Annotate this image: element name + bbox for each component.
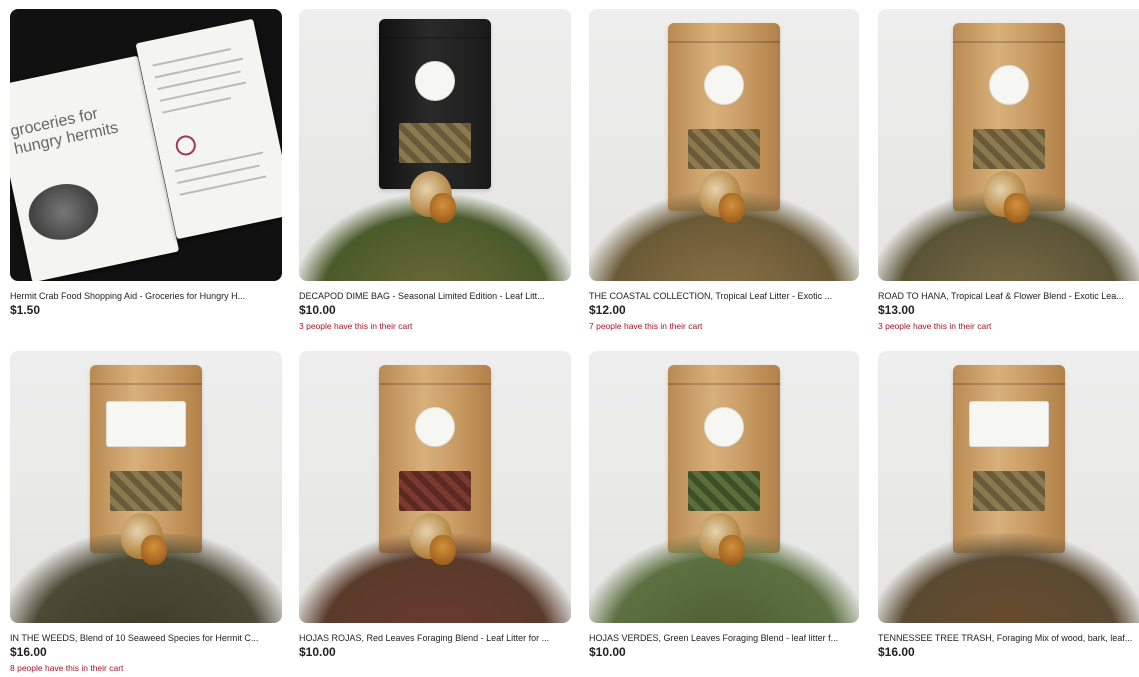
listing-title[interactable]: TENNESSEE TREE TRASH, Foraging Mix of wo… <box>878 632 1139 644</box>
bag-label <box>988 65 1029 105</box>
product-bag <box>952 365 1065 553</box>
listing-title[interactable]: HOJAS ROJAS, Red Leaves Foraging Blend -… <box>299 632 571 644</box>
hermit-crab <box>429 535 456 565</box>
cart-count-note: 3 people have this in their cart <box>878 321 992 331</box>
product-grid: groceries for hungry hermits Hermit Crab… <box>0 0 1139 677</box>
listing-price: $10.00 <box>299 645 336 659</box>
bag-label <box>704 407 744 447</box>
cart-count-note: 7 people have this in their cart <box>589 321 703 331</box>
listing-card[interactable]: HOJAS VERDES, Green Leaves Foraging Blen… <box>589 351 859 659</box>
bag-window <box>688 129 760 169</box>
listing-card[interactable]: DECAPOD DIME BAG - Seasonal Limited Edit… <box>299 9 571 332</box>
bag-label <box>415 61 455 101</box>
listing-image[interactable] <box>589 351 859 623</box>
bag-window <box>972 129 1045 169</box>
brand-logo <box>173 133 198 158</box>
hermit-crab <box>718 535 745 565</box>
listing-image[interactable] <box>10 351 282 623</box>
listing-image[interactable] <box>589 9 859 281</box>
listing-image[interactable] <box>878 9 1139 281</box>
bag-label <box>415 407 455 447</box>
product-bag <box>379 19 491 189</box>
listing-image[interactable] <box>299 351 571 623</box>
bag-window <box>688 471 760 511</box>
listing-card[interactable]: ROAD TO HANA, Tropical Leaf & Flower Ble… <box>878 9 1139 332</box>
listing-image[interactable]: groceries for hungry hermits <box>10 9 282 281</box>
hermit-crab <box>140 535 167 565</box>
listing-card[interactable]: IN THE WEEDS, Blend of 10 Seaweed Specie… <box>10 351 282 674</box>
listing-price: $1.50 <box>10 303 41 317</box>
listing-title[interactable]: IN THE WEEDS, Blend of 10 Seaweed Specie… <box>10 632 282 644</box>
listing-title[interactable]: THE COASTAL COLLECTION, Tropical Leaf Li… <box>589 290 859 302</box>
listing-price: $10.00 <box>589 645 626 659</box>
cart-count-note: 8 people have this in their cart <box>10 663 124 673</box>
hermit-crab <box>429 193 456 223</box>
listing-title[interactable]: ROAD TO HANA, Tropical Leaf & Flower Ble… <box>878 290 1139 302</box>
listing-card[interactable]: groceries for hungry hermits Hermit Crab… <box>10 9 282 317</box>
listing-title[interactable]: Hermit Crab Food Shopping Aid - Grocerie… <box>10 290 282 302</box>
bag-label <box>704 65 744 105</box>
hermit-crab <box>1003 193 1030 223</box>
listing-title[interactable]: HOJAS VERDES, Green Leaves Foraging Blen… <box>589 632 859 644</box>
hermit-crab <box>718 193 745 223</box>
bag-window <box>399 471 471 511</box>
crab-illustration <box>23 177 104 247</box>
listing-price: $16.00 <box>878 645 915 659</box>
listing-card[interactable]: TENNESSEE TREE TRASH, Foraging Mix of wo… <box>878 351 1139 659</box>
listing-title[interactable]: DECAPOD DIME BAG - Seasonal Limited Edit… <box>299 290 571 302</box>
listing-card[interactable]: HOJAS ROJAS, Red Leaves Foraging Blend -… <box>299 351 571 659</box>
bag-window <box>399 123 471 163</box>
bag-window <box>110 471 182 511</box>
listing-card[interactable]: THE COASTAL COLLECTION, Tropical Leaf Li… <box>589 9 859 332</box>
pamphlet-line <box>162 97 232 114</box>
listing-price: $13.00 <box>878 303 915 317</box>
listing-price: $12.00 <box>589 303 626 317</box>
bag-label <box>968 401 1049 447</box>
bag-label <box>106 401 186 447</box>
leaf-pile <box>878 533 1139 623</box>
listing-price: $16.00 <box>10 645 47 659</box>
listing-image[interactable] <box>878 351 1139 623</box>
bag-window <box>972 471 1045 511</box>
listing-price: $10.00 <box>299 303 336 317</box>
listing-image[interactable] <box>299 9 571 281</box>
cart-count-note: 3 people have this in their cart <box>299 321 413 331</box>
